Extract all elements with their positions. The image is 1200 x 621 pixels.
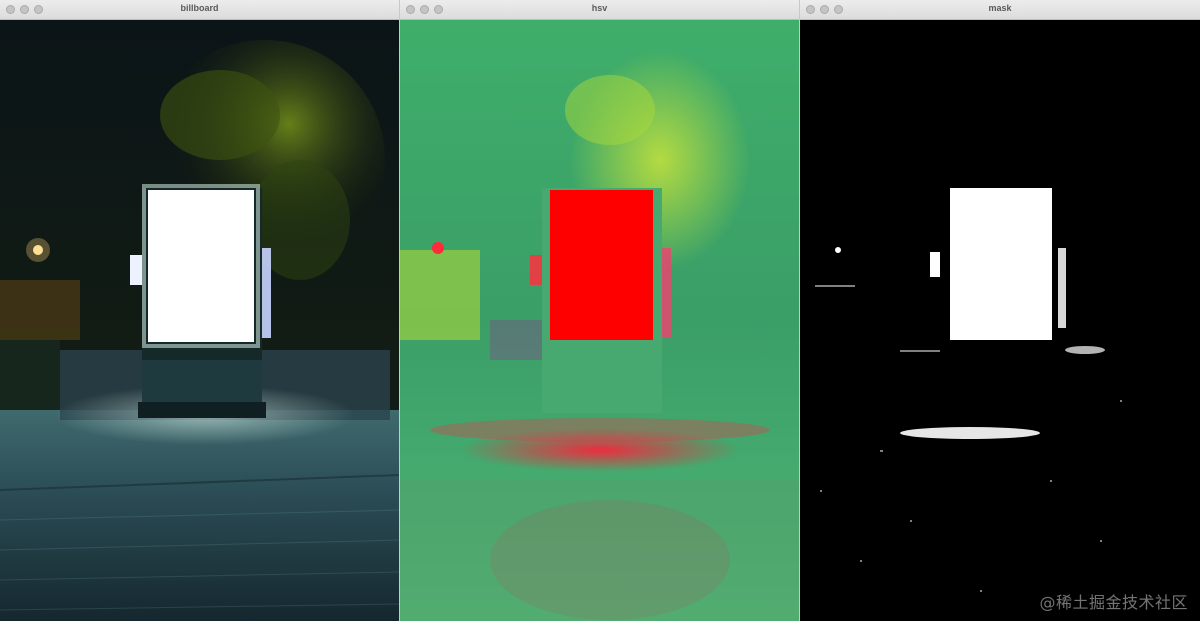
image-view-hsv (400, 20, 799, 621)
watermark: @稀土掘金技术社区 (1039, 593, 1188, 612)
window-title: hsv (591, 3, 608, 13)
hsv-image (400, 20, 799, 621)
desktop: billboard hsv mask @稀土掘金技术社区 (0, 0, 1200, 621)
window-mask[interactable]: mask @稀土掘金技术社区 (800, 0, 1200, 621)
image-view-billboard (0, 20, 399, 621)
window-title: billboard (180, 3, 219, 13)
billboard-photo (0, 20, 399, 621)
titlebar[interactable]: hsv (400, 0, 799, 20)
window-billboard[interactable]: billboard (0, 0, 400, 621)
titlebar[interactable]: billboard (0, 0, 399, 20)
window-title: mask (988, 3, 1012, 13)
window-hsv[interactable]: hsv (400, 0, 800, 621)
image-view-mask: @稀土掘金技术社区 (800, 20, 1200, 621)
mask-image (800, 20, 1200, 621)
titlebar[interactable]: mask (800, 0, 1200, 20)
